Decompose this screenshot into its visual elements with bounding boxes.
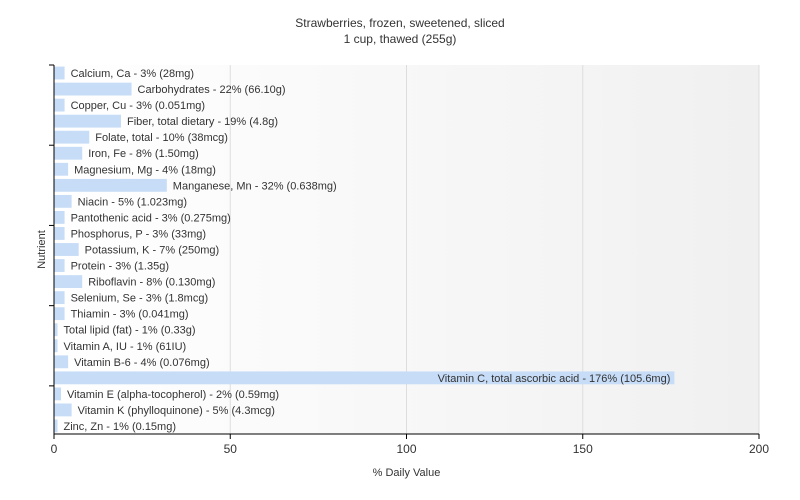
bar <box>54 387 62 401</box>
data-label: Calcium, Ca - 3% (28mg) <box>71 68 194 80</box>
data-label: Total lipid (fat) - 1% (0.33g) <box>64 325 196 337</box>
bar <box>54 259 65 272</box>
data-label: Copper, Cu - 3% (0.051mg) <box>71 100 206 112</box>
data-label: Fiber, total dietary - 19% (4.8g) <box>127 116 278 128</box>
bar <box>54 114 121 128</box>
data-label: Potassium, K - 7% (250mg) <box>85 245 220 257</box>
x-tick-label: 0 <box>51 442 58 456</box>
bar <box>54 130 90 144</box>
bar <box>54 243 79 256</box>
data-label: Protein - 3% (1.35g) <box>71 261 169 273</box>
data-label: Pantothenic acid - 3% (0.275mg) <box>71 212 231 224</box>
data-label: Vitamin C, total ascorbic acid - 176% (1… <box>438 373 671 385</box>
chart-container: Strawberries, frozen, sweetened, sliced … <box>0 0 800 500</box>
bar <box>54 307 65 321</box>
data-label: Folate, total - 10% (38mcg) <box>95 132 228 144</box>
bar <box>54 66 65 80</box>
bar <box>54 98 65 112</box>
data-label: Vitamin K (phylloquinone) - 5% (4.3mcg) <box>78 405 275 417</box>
bar <box>54 291 65 305</box>
x-tick-label: 50 <box>224 442 238 456</box>
data-label: Vitamin E (alpha-tocopherol) - 2% (0.59m… <box>67 389 279 401</box>
data-label: Manganese, Mn - 32% (0.638mg) <box>173 180 337 192</box>
bar <box>54 403 72 417</box>
data-label: Phosphorus, P - 3% (33mg) <box>71 228 207 240</box>
data-label: Vitamin A, IU - 1% (61IU) <box>64 341 187 353</box>
bar <box>54 339 58 353</box>
data-label: Niacin - 5% (1.023mg) <box>78 196 187 208</box>
data-label: Iron, Fe - 8% (1.50mg) <box>88 148 199 160</box>
bar <box>54 227 65 240</box>
data-label: Zinc, Zn - 1% (0.15mg) <box>64 421 176 433</box>
data-label: Carbohydrates - 22% (66.10g) <box>138 84 286 96</box>
x-axis-title: % Daily Value <box>373 467 441 479</box>
data-label: Selenium, Se - 3% (1.8mcg) <box>71 293 209 305</box>
y-axis-title: Nutrient <box>36 230 48 269</box>
bar <box>54 194 72 208</box>
x-tick-label: 200 <box>749 442 769 456</box>
bar <box>54 275 83 289</box>
bar <box>54 355 69 369</box>
data-label: Riboflavin - 8% (0.130mg) <box>88 277 215 289</box>
data-label: Vitamin B-6 - 4% (0.076mg) <box>74 357 210 369</box>
x-tick-label: 100 <box>396 442 416 456</box>
data-label: Thiamin - 3% (0.041mg) <box>71 309 189 321</box>
bar <box>54 162 69 176</box>
x-tick-label: 150 <box>573 442 593 456</box>
bar <box>54 82 132 96</box>
bar <box>54 323 58 337</box>
data-label: Magnesium, Mg - 4% (18mg) <box>74 164 216 176</box>
bar <box>54 146 83 160</box>
bar-chart: Calcium, Ca - 3% (28mg) Carbohydrates - 2… <box>36 64 769 479</box>
bar <box>54 178 167 192</box>
bar <box>54 419 58 433</box>
bar <box>54 210 65 224</box>
